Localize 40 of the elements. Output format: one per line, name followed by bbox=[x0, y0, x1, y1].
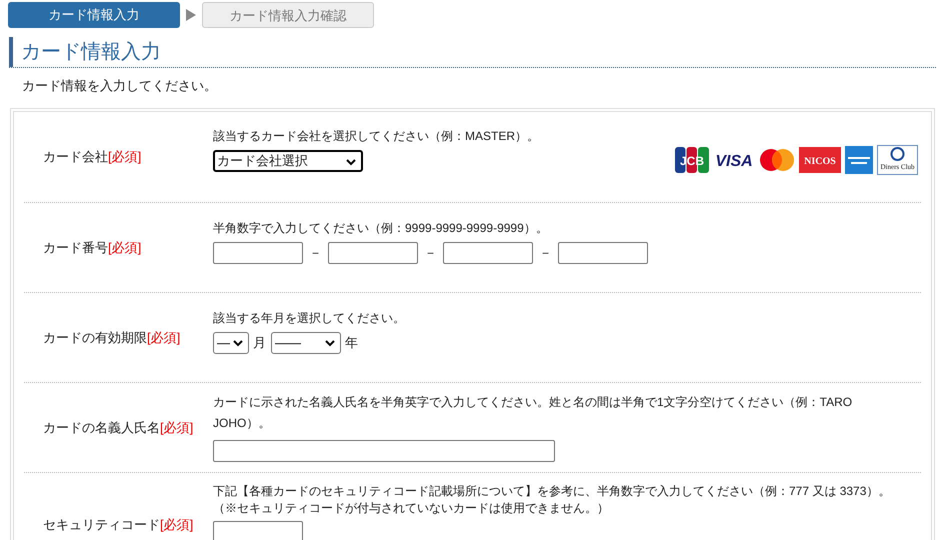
input-field[interactable] bbox=[213, 521, 303, 540]
field-hint: （※セキュリティコードが付与されていないカードは使用できません。） bbox=[213, 500, 610, 517]
intro-text: カード情報を入力してください。 bbox=[22, 77, 218, 95]
field-label: カード会社 bbox=[43, 149, 108, 164]
required-mark: [必須] bbox=[160, 420, 194, 435]
input-field[interactable] bbox=[213, 242, 303, 264]
year-unit: 年 bbox=[345, 334, 358, 352]
chevron-down-icon bbox=[233, 340, 243, 346]
dash-separator: － bbox=[309, 244, 322, 262]
page-heading: カード情報入力 bbox=[9, 37, 936, 67]
card-company-select[interactable]: カード会社選択 bbox=[213, 150, 363, 172]
required-mark: [必須] bbox=[108, 149, 142, 164]
field-hint: 半角数字で入力してください（例：9999-9999-9999-9999）。 bbox=[213, 220, 549, 236]
amex-logo-icon bbox=[845, 146, 873, 174]
field-hint: 下記【各種カードのセキュリティコード記載場所について】を参考に、半角数字で入力してください（例：777 又は 3373）。 bbox=[213, 483, 892, 500]
required-mark: [必須] bbox=[147, 330, 180, 345]
field-label: カードの有効期限 bbox=[43, 330, 147, 345]
dash-separator: － bbox=[424, 244, 437, 262]
input-field[interactable] bbox=[443, 242, 533, 264]
required-mark: [必須] bbox=[160, 517, 194, 532]
month-unit: 月 bbox=[253, 334, 266, 352]
visa-logo-icon: VISA bbox=[713, 146, 755, 172]
chevron-down-icon bbox=[325, 340, 335, 346]
field-label: セキュリティコード bbox=[43, 517, 160, 532]
month-select[interactable]: — bbox=[213, 332, 249, 354]
field-label: カードの名義人氏名 bbox=[43, 420, 160, 435]
overlapping-circles-logo-icon bbox=[759, 148, 795, 172]
input-field[interactable] bbox=[213, 440, 555, 462]
triangle-arrow-icon bbox=[186, 9, 196, 21]
nicos-logo-icon: NICOS bbox=[799, 146, 841, 172]
input-field[interactable] bbox=[328, 242, 418, 264]
field-hint: カードに示された名義人氏名を半角英字で入力してください。姓と名の間は半角で1文字分空けてください（例：TARO JOHO）。 bbox=[213, 394, 854, 432]
input-field[interactable] bbox=[558, 242, 648, 264]
chevron-down-icon bbox=[346, 158, 356, 166]
required-mark: [必須] bbox=[108, 240, 142, 255]
field-hint: 該当する年月を選択してください。 bbox=[213, 310, 406, 326]
field-label: カード番号 bbox=[43, 240, 108, 255]
field-hint: 該当するカード会社を選択してください（例：MASTER）。 bbox=[213, 128, 540, 144]
dash-separator: － bbox=[539, 244, 552, 262]
year-select[interactable]: —— bbox=[271, 332, 341, 354]
